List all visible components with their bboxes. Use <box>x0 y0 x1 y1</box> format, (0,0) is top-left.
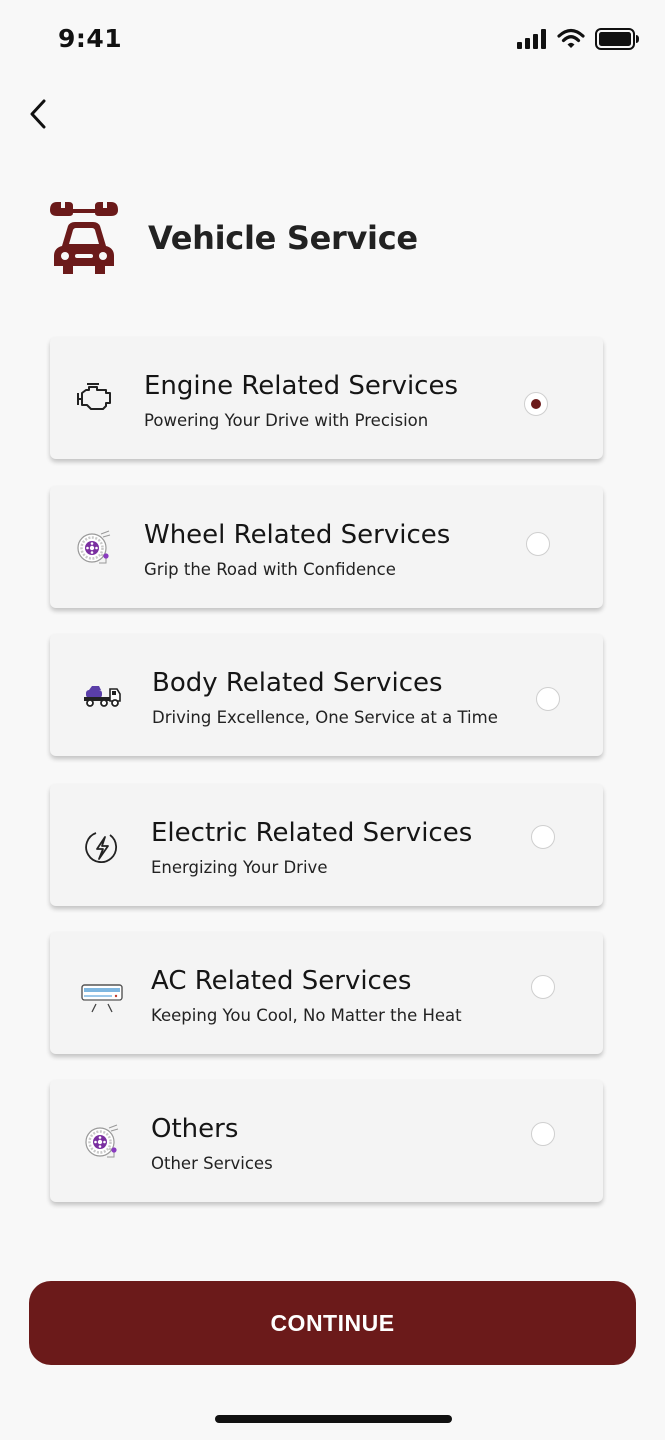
engine-icon <box>77 383 111 410</box>
wheel-icon <box>85 1124 119 1158</box>
radio-button[interactable] <box>536 687 560 711</box>
radio-button-selected[interactable] <box>524 392 548 416</box>
wheel-icon <box>77 530 111 564</box>
back-button[interactable] <box>20 94 56 134</box>
page-header: Vehicle Service <box>48 200 418 276</box>
tow-truck-icon <box>84 686 121 707</box>
service-option-engine[interactable]: Engine Related Services Powering Your Dr… <box>50 337 603 459</box>
radio-button[interactable] <box>526 532 550 556</box>
continue-button[interactable]: CONTINUE <box>29 1281 636 1365</box>
home-indicator <box>215 1415 452 1423</box>
service-title: Electric Related Services <box>151 818 473 848</box>
radio-button[interactable] <box>531 1122 555 1146</box>
signal-icon <box>517 29 546 49</box>
battery-icon <box>595 28 639 50</box>
service-subtitle: Other Services <box>151 1154 273 1173</box>
service-option-electric[interactable]: Electric Related Services Energizing You… <box>50 784 603 906</box>
service-title: Others <box>151 1114 239 1144</box>
air-conditioner-icon <box>81 984 123 1013</box>
service-title: Wheel Related Services <box>144 520 451 550</box>
status-bar: 9:41 <box>0 0 665 80</box>
status-icons <box>517 28 639 50</box>
service-subtitle: Driving Excellence, One Service at a Tim… <box>152 708 498 727</box>
service-option-wheel[interactable]: Wheel Related Services Grip the Road wit… <box>50 486 603 608</box>
page-title: Vehicle Service <box>148 219 418 257</box>
status-time: 9:41 <box>58 24 123 53</box>
service-option-ac[interactable]: AC Related Services Keeping You Cool, No… <box>50 932 603 1054</box>
car-wrench-icon <box>50 202 118 274</box>
service-title: AC Related Services <box>151 966 412 996</box>
service-subtitle: Energizing Your Drive <box>151 858 328 877</box>
radio-button[interactable] <box>531 825 555 849</box>
radio-button[interactable] <box>531 975 555 999</box>
service-subtitle: Keeping You Cool, No Matter the Heat <box>151 1006 462 1025</box>
service-option-body[interactable]: Body Related Services Driving Excellence… <box>50 634 603 756</box>
service-title: Body Related Services <box>152 668 443 698</box>
chevron-left-icon <box>30 99 46 129</box>
service-subtitle: Powering Your Drive with Precision <box>144 411 429 430</box>
wifi-icon <box>557 28 585 48</box>
service-option-others[interactable]: Others Other Services <box>50 1080 603 1202</box>
service-subtitle: Grip the Road with Confidence <box>144 560 396 579</box>
service-title: Engine Related Services <box>144 371 459 401</box>
lightning-icon <box>85 832 117 863</box>
